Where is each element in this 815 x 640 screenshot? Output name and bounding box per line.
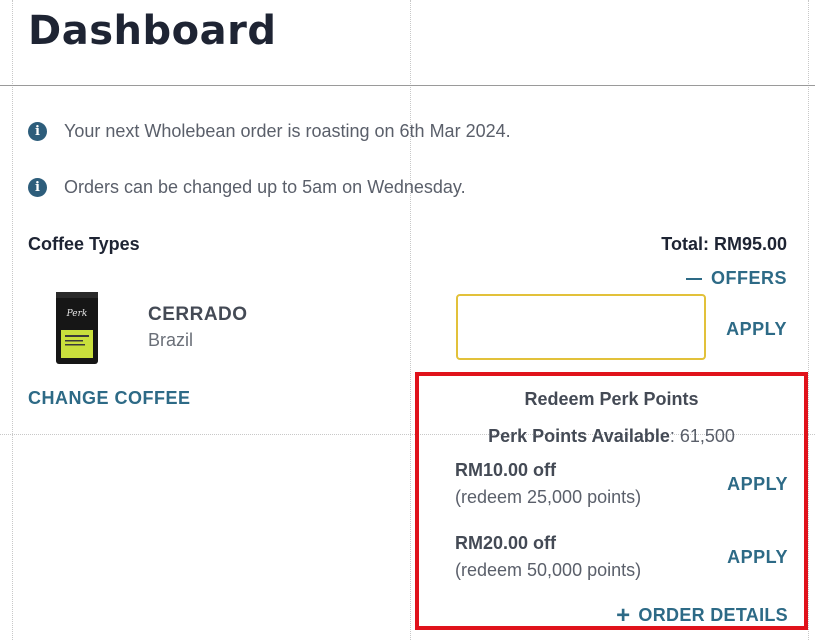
redeem-perk-points-panel: Redeem Perk Points Perk Points Available… xyxy=(415,372,808,630)
info-icon: i xyxy=(28,122,47,141)
info-icon: i xyxy=(28,178,47,197)
reward-detail: (redeem 25,000 points) xyxy=(455,487,642,507)
coffee-bag-image: Perk xyxy=(56,292,98,364)
notice-roasting: i Your next Wholebean order is roasting … xyxy=(28,121,511,142)
title-divider xyxy=(0,85,815,86)
offer-code-input[interactable] xyxy=(456,294,706,360)
apply-reward-10-button[interactable]: APPLY xyxy=(727,474,788,495)
bag-brand-text: Perk xyxy=(66,309,88,319)
notice-text: Your next Wholebean order is roasting on… xyxy=(64,121,511,141)
minus-icon xyxy=(685,277,702,280)
reward-amount: RM20.00 off xyxy=(455,533,557,553)
coffee-types-label: Coffee Types xyxy=(28,234,140,254)
apply-offer-button[interactable]: APPLY xyxy=(726,319,787,340)
plus-icon: + xyxy=(616,601,631,629)
change-coffee-link[interactable]: CHANGE COFFEE xyxy=(28,388,191,409)
perk-available-label: Perk Points Available xyxy=(488,426,670,446)
reward-detail: (redeem 50,000 points) xyxy=(455,560,642,580)
order-total: Total: RM95.00 xyxy=(661,234,787,254)
order-details-label: ORDER DETAILS xyxy=(638,605,788,625)
apply-reward-20-button[interactable]: APPLY xyxy=(727,547,788,568)
perk-points-available: Perk Points Available: 61,500 xyxy=(419,426,804,447)
order-details-toggle[interactable]: + ORDER DETAILS xyxy=(616,601,788,629)
perk-title: Redeem Perk Points xyxy=(524,389,699,409)
offers-label: OFFERS xyxy=(710,268,787,288)
reward-amount: RM10.00 off xyxy=(455,460,557,480)
notice-change-deadline: i Orders can be changed up to 5am on Wed… xyxy=(28,177,466,198)
coffee-name: CERRADO xyxy=(148,304,248,325)
coffee-origin: Brazil xyxy=(148,330,194,350)
page-title: Dashboard xyxy=(28,8,277,54)
offers-toggle[interactable]: OFFERS xyxy=(685,268,787,289)
perk-available-value: : 61,500 xyxy=(669,426,735,446)
notice-text: Orders can be changed up to 5am on Wedne… xyxy=(64,177,466,197)
